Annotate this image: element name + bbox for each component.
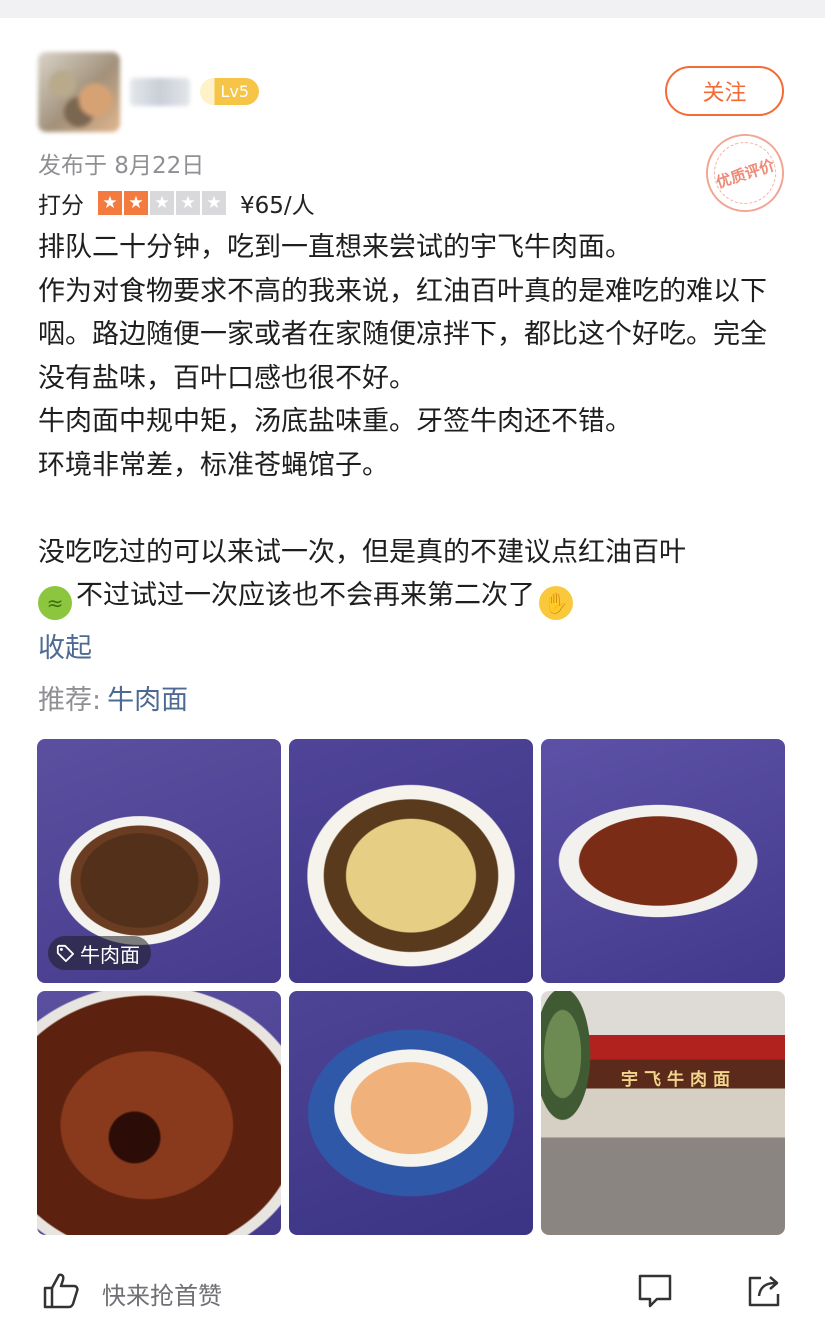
review-text: 排队二十分钟，吃到一直想来尝试的宇飞牛肉面。 作为对食物要求不高的我来说，红油百…: [38, 226, 783, 620]
review-paragraph: 不过试过一次应该也不会再来第二次了: [76, 580, 535, 611]
star-rating: ★ ★ ★ ★ ★: [98, 191, 226, 215]
review-paragraph: 没吃吃过的可以来试一次，但是真的不建议点红油百叶: [38, 536, 686, 568]
comment-icon[interactable]: [636, 1272, 674, 1310]
waving-hand-icon: ✋: [539, 586, 573, 620]
thumbs-up-icon[interactable]: [40, 1270, 82, 1312]
shop-sign: 宇飞牛肉面: [621, 1070, 736, 1090]
photo-grid: 牛肉面 宇飞牛肉面: [37, 739, 785, 1235]
price-per-person: ¥65/人: [240, 193, 315, 219]
nauseated-face-icon: ≈: [38, 586, 72, 620]
star-empty-icon: ★: [176, 191, 200, 215]
star-filled-icon: ★: [124, 191, 148, 215]
photo-shop-front[interactable]: 宇飞牛肉面: [541, 991, 785, 1235]
collapse-link[interactable]: 收起: [38, 626, 92, 665]
recommend-row: 推荐: 牛肉面: [38, 678, 188, 717]
star-empty-icon: ★: [202, 191, 226, 215]
photo-noodles-lifted[interactable]: [289, 739, 533, 983]
review-paragraph-with-emoji: ≈ 不过试过一次应该也不会再来第二次了 ✋: [38, 574, 783, 620]
tag-icon: [56, 944, 74, 962]
photo-dish-tag[interactable]: 牛肉面: [48, 936, 151, 970]
rating-label: 打分: [38, 193, 84, 219]
share-icon[interactable]: [745, 1272, 783, 1310]
recommend-dish-link[interactable]: 牛肉面: [107, 685, 188, 716]
photo-red-oil-tripe[interactable]: [289, 991, 533, 1235]
review-paragraph: 牛肉面中规中矩，汤底盐味重。牙签牛肉还不错。: [38, 406, 632, 437]
username-blurred[interactable]: [130, 78, 190, 106]
photo-beef-noodle-bowl[interactable]: 牛肉面: [37, 739, 281, 983]
review-blank-line: ​: [38, 487, 783, 531]
photo-toothpick-beef[interactable]: [541, 739, 785, 983]
photo-chili-oil[interactable]: [37, 991, 281, 1235]
review-paragraph: 环境非常差，标准苍蝇馆子。: [38, 449, 389, 481]
rating-row: 打分 ★ ★ ★ ★ ★ ¥65/人: [38, 186, 315, 220]
star-filled-icon: ★: [98, 191, 122, 215]
photo-tag-label: 牛肉面: [80, 942, 140, 967]
review-paragraph: 排队二十分钟，吃到一直想来尝试的宇飞牛肉面。: [38, 232, 632, 263]
publish-date: 发布于 8月22日: [38, 153, 205, 179]
star-empty-icon: ★: [150, 191, 174, 215]
quality-review-stamp: 优质评价: [695, 123, 795, 223]
review-paragraph: 作为对食物要求不高的我来说，红油百叶真的是难吃的难以下咽。路边随便一家或者在家随…: [38, 275, 767, 394]
top-separator: [0, 0, 825, 18]
recommend-label: 推荐:: [38, 685, 102, 716]
level-badge: Lv5: [200, 78, 259, 105]
like-prompt[interactable]: 快来抢首赞: [102, 1276, 222, 1311]
action-bar: 快来抢首赞: [0, 1262, 825, 1322]
avatar[interactable]: [38, 52, 120, 132]
follow-button[interactable]: 关注: [665, 66, 784, 116]
tree-decoration: [541, 991, 595, 1131]
